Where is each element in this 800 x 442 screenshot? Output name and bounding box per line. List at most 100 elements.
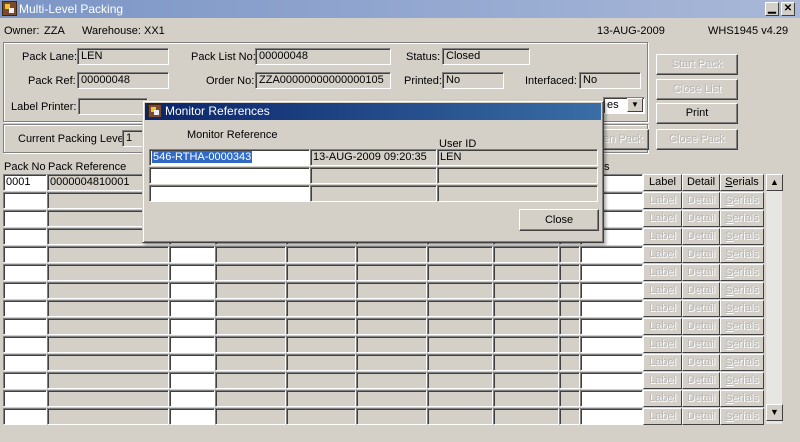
- minimize-button[interactable]: ▁: [765, 2, 779, 16]
- grid-cell[interactable]: [3, 264, 47, 281]
- grid-cell[interactable]: [559, 246, 580, 263]
- grid-cell[interactable]: [427, 354, 493, 371]
- row-serials-button[interactable]: Serials: [720, 336, 764, 353]
- close-pack-button[interactable]: Close Pack: [656, 129, 738, 150]
- row-serials-button[interactable]: Serials: [720, 264, 764, 281]
- row-detail-button[interactable]: Detail: [682, 228, 720, 245]
- grid-cell[interactable]: [169, 354, 215, 371]
- grid-cell[interactable]: [215, 300, 286, 317]
- row-label-button[interactable]: Label: [643, 264, 682, 281]
- row-label-button[interactable]: Label: [643, 354, 682, 371]
- grid-cell[interactable]: [3, 282, 47, 299]
- datetime-cell[interactable]: [310, 185, 437, 202]
- open-pack-button[interactable]: en Pack: [597, 129, 649, 150]
- grid-cell[interactable]: [286, 390, 356, 407]
- grid-cell[interactable]: [356, 300, 427, 317]
- print-button[interactable]: Print: [656, 103, 738, 124]
- grid-cell[interactable]: [47, 264, 169, 281]
- grid-cell[interactable]: 0001: [3, 174, 47, 191]
- grid-cell[interactable]: [559, 336, 580, 353]
- grid-cell[interactable]: [215, 336, 286, 353]
- grid-cell[interactable]: [286, 246, 356, 263]
- order-no-field[interactable]: ZZA00000000000000105: [255, 72, 391, 89]
- grid-cell[interactable]: [427, 318, 493, 335]
- grid-cell[interactable]: [286, 264, 356, 281]
- grid-cell[interactable]: [580, 390, 643, 407]
- row-label-button[interactable]: Label: [643, 210, 682, 227]
- grid-cell[interactable]: [169, 282, 215, 299]
- row-detail-button[interactable]: Detail: [682, 318, 720, 335]
- grid-cell[interactable]: [356, 372, 427, 389]
- row-serials-button[interactable]: Serials: [720, 246, 764, 263]
- grid-cell[interactable]: [286, 372, 356, 389]
- row-label-button[interactable]: Label: [643, 174, 682, 191]
- grid-cell[interactable]: [356, 390, 427, 407]
- row-detail-button[interactable]: Detail: [682, 390, 720, 407]
- grid-cell[interactable]: [3, 246, 47, 263]
- grid-cell[interactable]: [47, 282, 169, 299]
- user-id-cell[interactable]: [437, 185, 598, 202]
- grid-cell[interactable]: [356, 264, 427, 281]
- current-level-field[interactable]: 1: [122, 130, 144, 147]
- grid-cell[interactable]: [3, 390, 47, 407]
- chevron-down-icon[interactable]: ▼: [627, 98, 643, 112]
- grid-cell[interactable]: [580, 264, 643, 281]
- grid-cell[interactable]: [3, 300, 47, 317]
- grid-cell[interactable]: [493, 264, 559, 281]
- grid-cell[interactable]: [356, 318, 427, 335]
- row-label-button[interactable]: Label: [643, 192, 682, 209]
- grid-cell[interactable]: [493, 246, 559, 263]
- row-label-button[interactable]: Label: [643, 300, 682, 317]
- grid-cell[interactable]: [215, 318, 286, 335]
- row-label-button[interactable]: Label: [643, 228, 682, 245]
- pack-lane-field[interactable]: LEN: [77, 48, 169, 65]
- datetime-cell[interactable]: [310, 167, 437, 184]
- grid-cell[interactable]: [356, 282, 427, 299]
- grid-cell[interactable]: [580, 336, 643, 353]
- grid-cell[interactable]: [215, 408, 286, 425]
- row-detail-button[interactable]: Detail: [682, 192, 720, 209]
- grid-cell[interactable]: [580, 246, 643, 263]
- user-id-cell[interactable]: LEN: [437, 149, 598, 166]
- grid-cell[interactable]: [47, 354, 169, 371]
- row-serials-button[interactable]: Serials: [720, 282, 764, 299]
- grid-cell[interactable]: [493, 300, 559, 317]
- row-detail-button[interactable]: Detail: [682, 300, 720, 317]
- row-serials-button[interactable]: Serials: [720, 192, 764, 209]
- grid-cell[interactable]: [427, 372, 493, 389]
- grid-cell[interactable]: [427, 246, 493, 263]
- grid-cell[interactable]: [286, 300, 356, 317]
- pack-ref-field[interactable]: 00000048: [77, 72, 169, 89]
- grid-cell[interactable]: [559, 300, 580, 317]
- grid-cell[interactable]: [47, 300, 169, 317]
- grid-cell[interactable]: [215, 372, 286, 389]
- grid-cell[interactable]: [493, 318, 559, 335]
- row-detail-button[interactable]: Detail: [682, 372, 720, 389]
- grid-cell[interactable]: [356, 354, 427, 371]
- grid-cell[interactable]: [3, 192, 47, 209]
- row-detail-button[interactable]: Detail: [682, 336, 720, 353]
- printer-dropdown[interactable]: es ▼: [603, 97, 645, 114]
- grid-cell[interactable]: [215, 282, 286, 299]
- grid-cell[interactable]: [215, 354, 286, 371]
- row-detail-button[interactable]: Detail: [682, 282, 720, 299]
- row-label-button[interactable]: Label: [643, 318, 682, 335]
- grid-cell[interactable]: [169, 318, 215, 335]
- grid-cell[interactable]: [559, 318, 580, 335]
- monitor-reference-cell[interactable]: 546-RTHA-0000343: [149, 149, 310, 166]
- row-detail-button[interactable]: Detail: [682, 210, 720, 227]
- grid-cell[interactable]: [493, 354, 559, 371]
- grid-cell[interactable]: [286, 282, 356, 299]
- grid-cell[interactable]: [559, 390, 580, 407]
- grid-cell[interactable]: [286, 318, 356, 335]
- row-label-button[interactable]: Label: [643, 408, 682, 425]
- grid-cell[interactable]: [47, 408, 169, 425]
- monitor-reference-cell[interactable]: [149, 167, 310, 184]
- row-serials-button[interactable]: Serials: [720, 372, 764, 389]
- status-field[interactable]: Closed: [442, 48, 530, 65]
- grid-cell[interactable]: [427, 300, 493, 317]
- grid-cell[interactable]: [493, 390, 559, 407]
- grid-cell[interactable]: [3, 318, 47, 335]
- close-list-button[interactable]: Close List: [656, 79, 738, 100]
- grid-cell[interactable]: [580, 372, 643, 389]
